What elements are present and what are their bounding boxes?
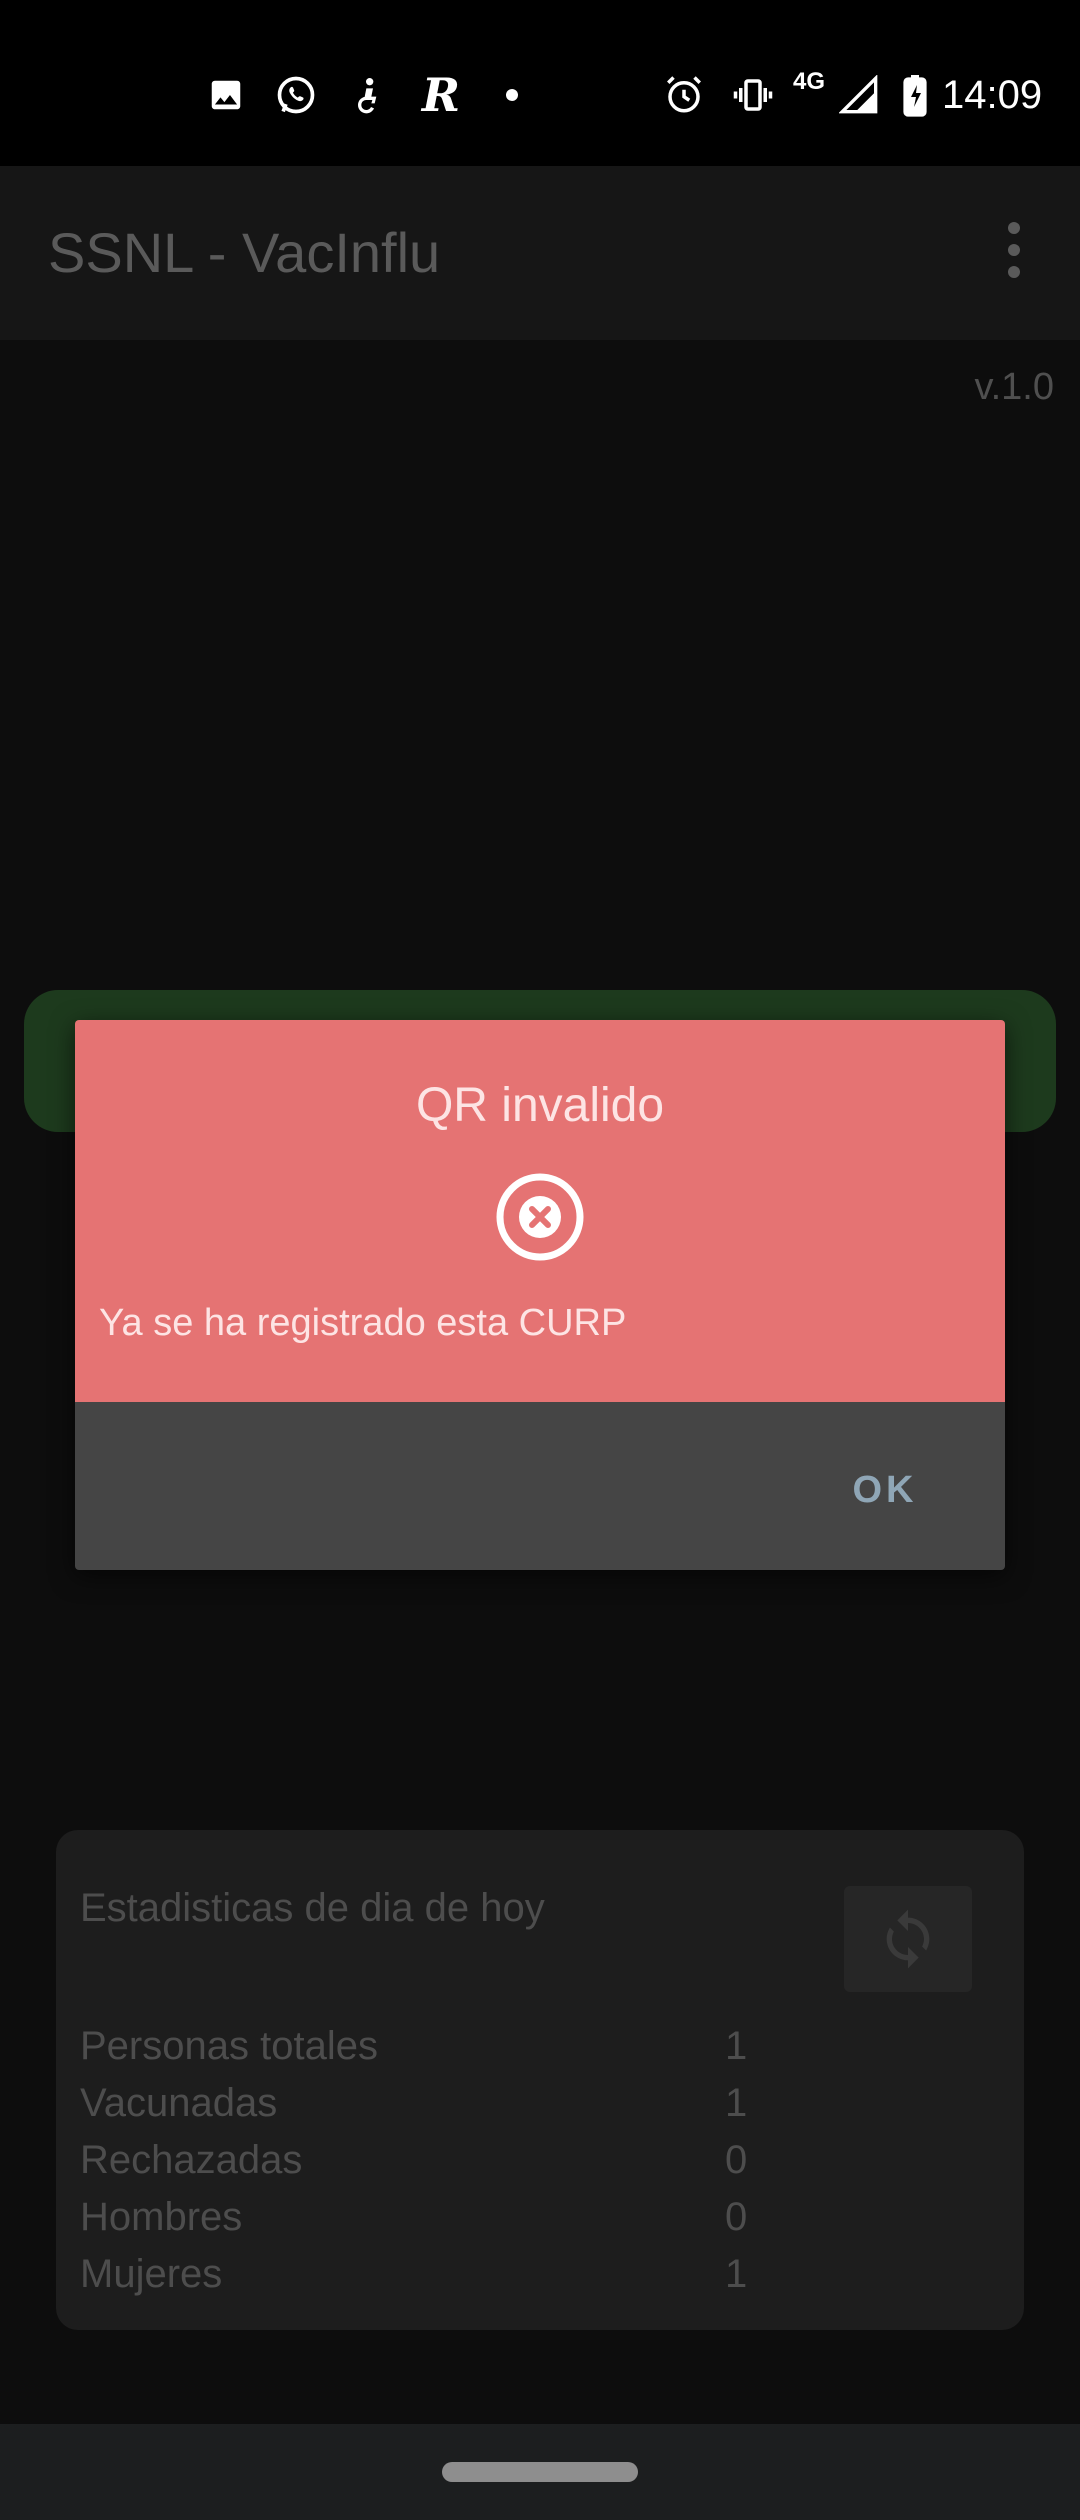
vibrate-icon: [728, 70, 778, 120]
stat-label: Hombres: [80, 2195, 243, 2239]
dot-icon: [502, 70, 522, 120]
dialog-message: Ya se ha registrado esta CURP: [99, 1302, 627, 1344]
signal-icon: [838, 70, 880, 120]
stat-row: Rechazadas 0: [80, 2138, 780, 2194]
stats-title: Estadisticas de dia de hoy: [80, 1886, 545, 1930]
home-gesture-handle[interactable]: [442, 2462, 638, 2482]
refresh-button[interactable]: [844, 1886, 972, 1992]
status-bar: R 4G 14:09: [0, 0, 1080, 166]
stat-value: 1: [725, 2081, 748, 2125]
stat-row: Vacunadas 1: [80, 2081, 780, 2137]
stat-row: Hombres 0: [80, 2195, 780, 2251]
stat-value: 1: [725, 2252, 748, 2296]
stat-value: 1: [725, 2024, 748, 2068]
battery-charging-icon: [900, 70, 930, 120]
network-type: 4G: [793, 68, 826, 95]
clock: 14:09: [942, 73, 1043, 117]
whatsapp-icon: [272, 70, 320, 120]
r-app-icon: R: [421, 68, 461, 122]
version-label: v.1.0: [974, 366, 1054, 408]
error-x-icon: [496, 1173, 584, 1261]
dialog-header: QR invalido Ya se ha registrado esta CUR…: [75, 1020, 1005, 1402]
alarm-icon: [660, 70, 708, 120]
stat-label: Rechazadas: [80, 2138, 303, 2182]
dialog-footer: OK: [75, 1402, 1005, 1570]
stat-label: Mujeres: [80, 2252, 223, 2296]
refresh-icon: [886, 1909, 930, 1969]
ok-button[interactable]: OK: [815, 1460, 955, 1520]
stat-label: Personas totales: [80, 2024, 378, 2068]
stat-row: Mujeres 1: [80, 2252, 780, 2308]
accessibility-icon: [344, 70, 392, 120]
overflow-menu-icon[interactable]: [996, 222, 1032, 278]
image-icon: [204, 70, 248, 120]
dialog-title: QR invalido: [415, 1079, 665, 1132]
error-dialog: QR invalido Ya se ha registrado esta CUR…: [75, 1020, 1005, 1570]
stat-value: 0: [725, 2138, 748, 2182]
stat-label: Vacunadas: [80, 2081, 278, 2125]
stat-value: 0: [725, 2195, 748, 2239]
app-title: SSNL - VacInflu: [48, 221, 441, 284]
stat-row: Personas totales 1: [80, 2024, 780, 2080]
